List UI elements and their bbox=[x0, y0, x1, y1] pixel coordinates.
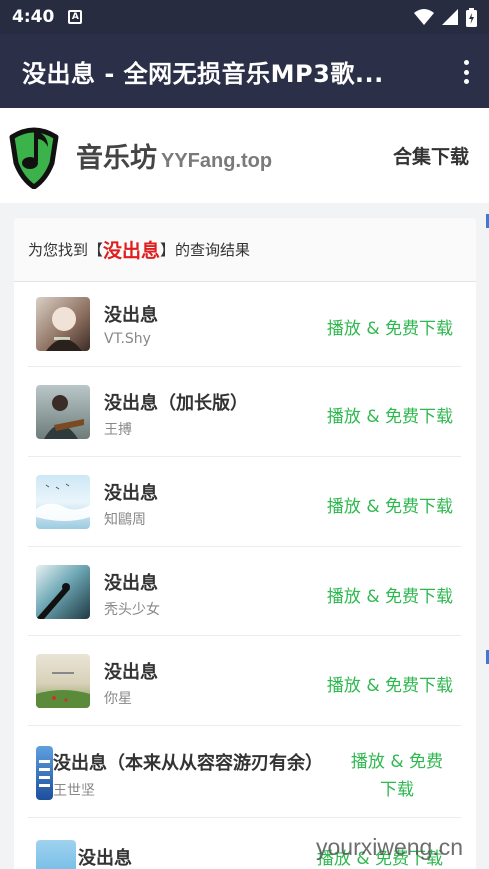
album-cover bbox=[36, 654, 90, 708]
song-title: 没出息 bbox=[104, 483, 158, 504]
song-item[interactable]: 没出息（本来从从容容游刃有余） 王世坚 播放 & 免费 下载 bbox=[28, 726, 461, 818]
results-header: 为您找到【 没出息 】的查询结果 bbox=[14, 218, 476, 282]
song-item[interactable]: 没出息 你星 播放 & 免费下载 bbox=[28, 636, 461, 726]
play-download-button[interactable]: 播放 & 免费下载 bbox=[327, 671, 453, 696]
song-item[interactable]: 没出息（加长版） 王搏 播放 & 免费下载 bbox=[28, 367, 461, 457]
play-download-button[interactable]: 播放 & 免费 下载 bbox=[351, 748, 443, 804]
song-item[interactable]: 没出息 VT.Shy 播放 & 免费下载 bbox=[28, 283, 461, 367]
wifi-icon bbox=[414, 9, 434, 25]
song-title: 没出息 bbox=[104, 573, 158, 594]
song-artist: 王世坚 bbox=[53, 783, 95, 799]
status-bar: 4:40 A bbox=[0, 0, 489, 34]
more-menu-icon[interactable] bbox=[463, 60, 469, 84]
album-cover bbox=[36, 297, 90, 351]
song-item[interactable]: 没出息 秃头少女 播放 & 免费下载 bbox=[28, 547, 461, 636]
play-download-button[interactable]: 播放 & 免费下载 bbox=[327, 492, 453, 517]
notification-icon: A bbox=[68, 10, 83, 24]
song-title: 没出息（加长版） bbox=[104, 393, 248, 414]
album-cover bbox=[36, 840, 76, 869]
site-domain: YYFang.top bbox=[161, 150, 273, 172]
search-keyword: 没出息 bbox=[103, 240, 161, 262]
collection-download-link[interactable]: 合集下载 bbox=[393, 142, 469, 169]
album-cover bbox=[36, 565, 90, 619]
album-cover bbox=[36, 746, 53, 800]
song-artist: 你星 bbox=[104, 691, 132, 707]
song-artist: 王搏 bbox=[104, 422, 132, 438]
watermark: yourxiweng.cn bbox=[316, 834, 464, 860]
web-content: 音乐坊 YYFang.top 合集下载 为您找到【 没出息 】的查询结果 没出息 VT… bbox=[0, 108, 489, 869]
app-bar: 没出息 - 全网无损音乐MP3歌... bbox=[0, 34, 489, 108]
play-download-button[interactable]: 播放 & 免费下载 bbox=[327, 402, 453, 427]
play-download-button[interactable]: 播放 & 免费下载 bbox=[327, 582, 453, 607]
site-header: 音乐坊 YYFang.top 合集下载 bbox=[0, 108, 489, 203]
site-name[interactable]: 音乐坊 YYFang.top bbox=[76, 136, 272, 175]
song-artist: 知鷗周 bbox=[104, 512, 146, 528]
album-cover bbox=[36, 475, 90, 529]
song-artist: VT.Shy bbox=[104, 331, 151, 347]
song-title: 没出息（本来从从容容游刃有余） bbox=[53, 753, 323, 774]
song-artist: 秃头少女 bbox=[104, 602, 160, 618]
play-download-button[interactable]: 播放 & 免费下载 bbox=[327, 314, 453, 339]
song-title: 没出息 bbox=[104, 305, 158, 326]
song-item[interactable]: 没出息 知鷗周 播放 & 免费下载 bbox=[28, 457, 461, 547]
song-title: 没出息 bbox=[78, 848, 132, 869]
music-note-logo-icon[interactable] bbox=[6, 123, 62, 189]
battery-icon bbox=[466, 7, 477, 27]
album-cover bbox=[36, 385, 90, 439]
status-time: 4:40 bbox=[12, 7, 55, 27]
results-card: 为您找到【 没出息 】的查询结果 没出息 VT.Shy 播放 & 免费下载 没出息（… bbox=[14, 218, 476, 869]
signal-icon bbox=[442, 9, 458, 25]
page-title: 没出息 - 全网无损音乐MP3歌... bbox=[22, 59, 384, 88]
song-title: 没出息 bbox=[104, 662, 158, 683]
